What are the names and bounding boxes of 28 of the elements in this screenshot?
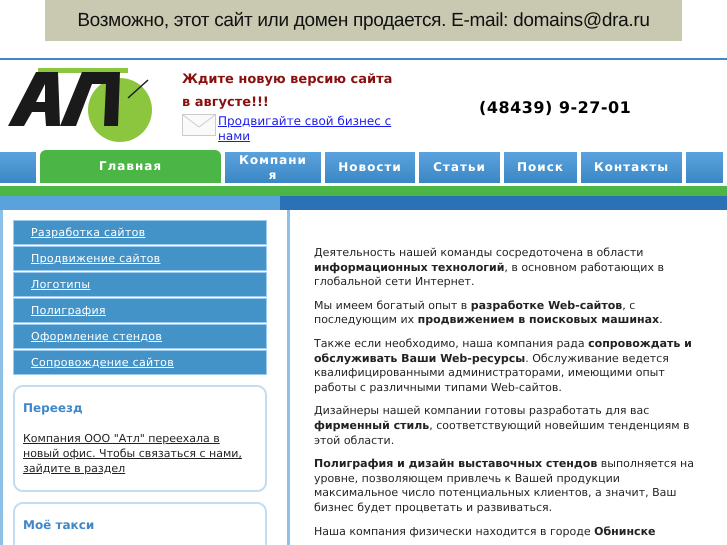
- phone-number: (48439) 9-27-01: [479, 98, 632, 117]
- nav-tab[interactable]: Новости: [325, 152, 415, 183]
- sidebar-menu-item[interactable]: Сопровождение сайтов: [13, 350, 267, 375]
- nav-tab[interactable]: Поиск: [504, 152, 577, 183]
- sidebar-menu-item[interactable]: Разработка сайтов: [13, 220, 267, 245]
- content-paragraph: Дизайнеры нашей компании готовы разработать для вас фирменный стиль, соответствующий новейшим тенденциям в этой области.: [314, 404, 690, 448]
- nav-tab[interactable]: Главная: [40, 150, 221, 183]
- domain-sale-banner: Возможно, этот сайт или домен продается. E-mail: domains@dra.ru: [45, 0, 682, 41]
- nav-tab-stub: [0, 152, 36, 183]
- content-paragraph: Также если необходимо, наша компания рада сопровождать и обслуживать Ваши Web-ресурсы. Обслуживание ведется квалифицированными администраторами, имеющими опыт работы с различными типами Web-сайтов.: [314, 336, 693, 396]
- content-paragraph: Полиграфия и дизайн выставочных стендов выполняется на уровне, позволяющем привлечь к Вашей продукции максимальное число потенциальных клиентов, а значит, Ваш бизнес будет процветать и развиваться.: [314, 457, 695, 516]
- card-title: Моё такси: [23, 518, 96, 532]
- nav-tab-stub: [686, 152, 723, 183]
- sidebar-menu-item[interactable]: Оформление стендов: [13, 324, 267, 349]
- sidebar-menu-item[interactable]: Логотипы: [13, 272, 267, 297]
- content-paragraph: Наша компания физически находится в городе Обнинске: [314, 524, 656, 540]
- content-paragraph: Мы имеем богатый опыт в разработке Web-сайтов, с последующим их продвижением в поисковых машинах.: [314, 298, 664, 328]
- nav-tab[interactable]: Контакты: [581, 152, 682, 183]
- card-title: Переезд: [23, 401, 84, 415]
- nav-tab[interactable]: Статьи: [419, 152, 500, 183]
- card-link[interactable]: Компания ООО "Атл" переехала в новый офис. Чтобы связаться с нами, зайдите в раздел: [23, 431, 257, 476]
- content-paragraph: Деятельность нашей команды сосредоточена в области информационных технологий, в основном работающих в глобальной сети Интернет.: [314, 246, 665, 290]
- nav-tab[interactable]: Компания: [225, 152, 321, 183]
- sidebar-menu-item[interactable]: Продвижение сайтов: [13, 246, 267, 271]
- envelope-icon: [182, 114, 216, 136]
- sidebar-menu-item[interactable]: Полиграфия: [13, 298, 267, 323]
- promo-link[interactable]: Продвигайте свой бизнес с нами: [218, 114, 404, 144]
- announcement-text: Ждите новую версию сайта в августе!!!: [182, 71, 394, 112]
